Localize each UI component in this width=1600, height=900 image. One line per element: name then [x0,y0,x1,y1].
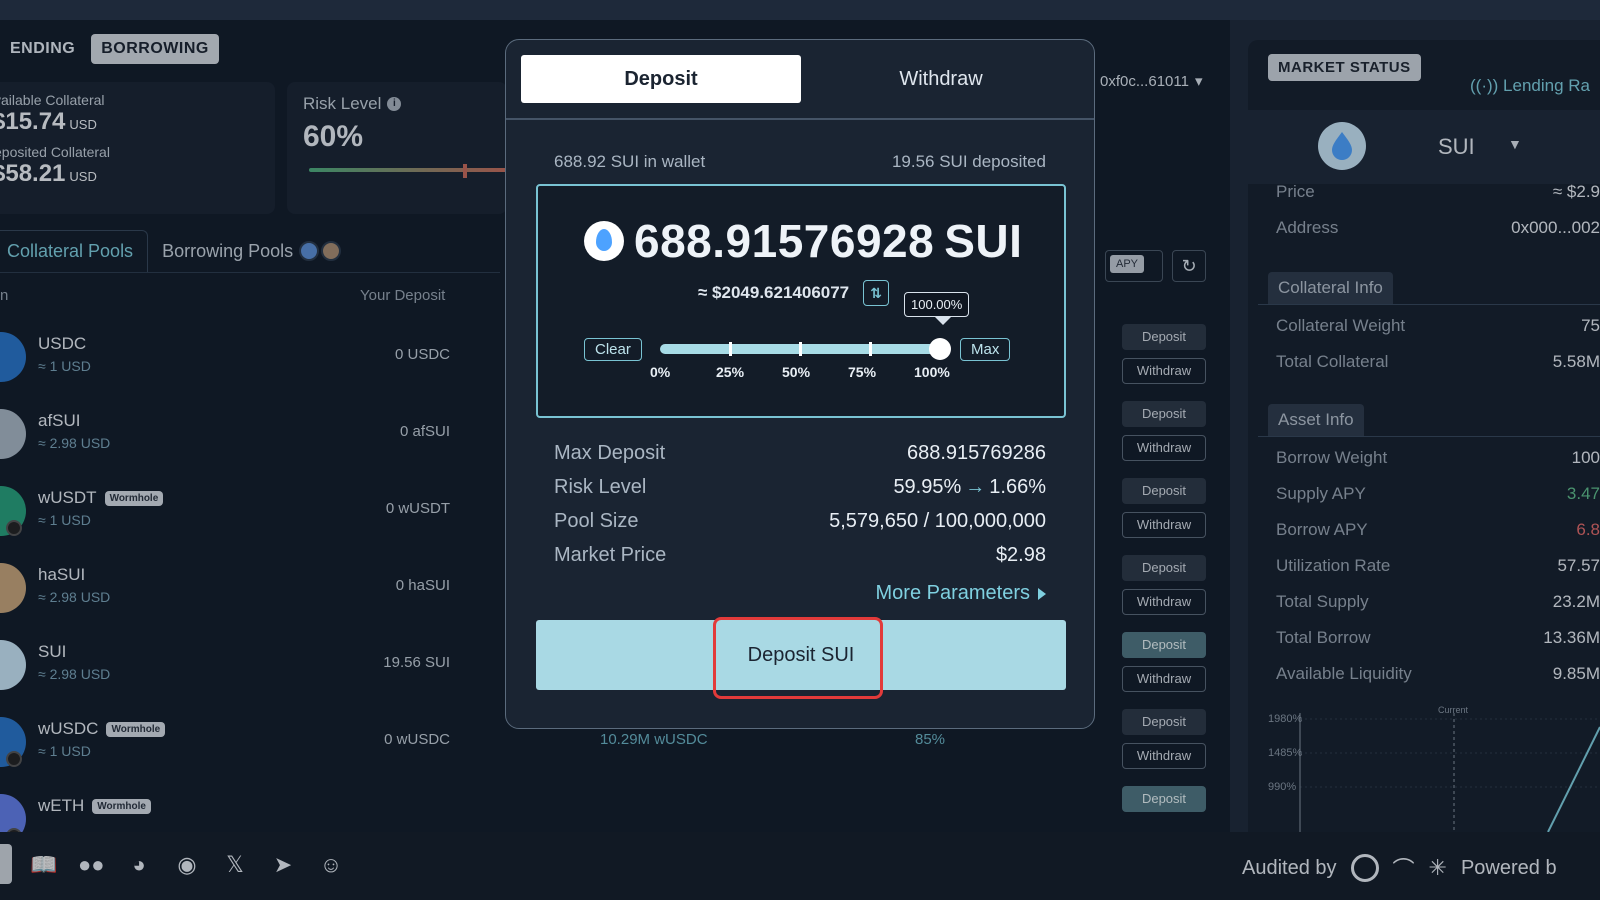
slider-label: 75% [848,364,877,380]
slider-tooltip: 100.00% [904,292,970,325]
slider-thumb[interactable] [929,338,951,360]
max-deposit-value: 688.915769286 [906,442,1046,464]
sui-coin-icon [584,221,624,261]
pool-size-value: 5,579,650 / 100,000,000 [829,510,1046,532]
wallet-balance: 688.92 SUI in wallet [554,152,706,171]
risk-level-label: Risk Level [554,476,647,498]
amount-input[interactable]: 688.91576928 [634,214,934,268]
market-price-value: $2.98 [995,544,1046,566]
swap-icon[interactable]: ⇅ [863,280,890,306]
divider [506,118,1094,120]
slider-label: 25% [716,364,745,380]
tab-deposit[interactable]: Deposit [521,55,801,103]
usd-value: ≈ $2049.621406077 [698,283,850,302]
more-parameters-link[interactable]: More Parameters [876,582,1046,605]
deposit-modal: Deposit Withdraw 688.92 SUI in wallet 19… [505,39,1095,729]
max-button[interactable]: Max [960,338,1011,361]
pool-size-label: Pool Size [554,510,639,532]
deposited-balance: 19.56 SUI deposited [891,152,1046,171]
amount-slider[interactable] [660,338,951,360]
amount-unit: SUI [944,215,1023,267]
risk-to: 1.66% [989,476,1046,498]
clear-button[interactable]: Clear [584,338,642,361]
deposit-sui-button[interactable]: Deposit SUI [536,620,1066,690]
modal-tabs: Deposit Withdraw [521,55,1081,103]
slider-label: 100% [914,364,950,380]
slider-tick [799,342,802,356]
tab-withdraw[interactable]: Withdraw [801,55,1081,103]
risk-level-change: 59.95% → 1.66% [893,476,1046,499]
amount-input-box[interactable]: 688.91576928 SUI ≈ $2049.621406077 ⇅ 100… [536,184,1066,418]
slider-tick [869,342,872,356]
slider-tick [729,342,732,356]
slider-label: 0% [650,364,671,380]
caret-right-icon [1038,587,1046,600]
risk-from: 59.95% [893,476,962,498]
market-price-label: Market Price [554,544,667,566]
max-deposit-label: Max Deposit [554,442,666,464]
arrow-right-icon: → [965,476,986,498]
slider-label: 50% [782,364,811,380]
